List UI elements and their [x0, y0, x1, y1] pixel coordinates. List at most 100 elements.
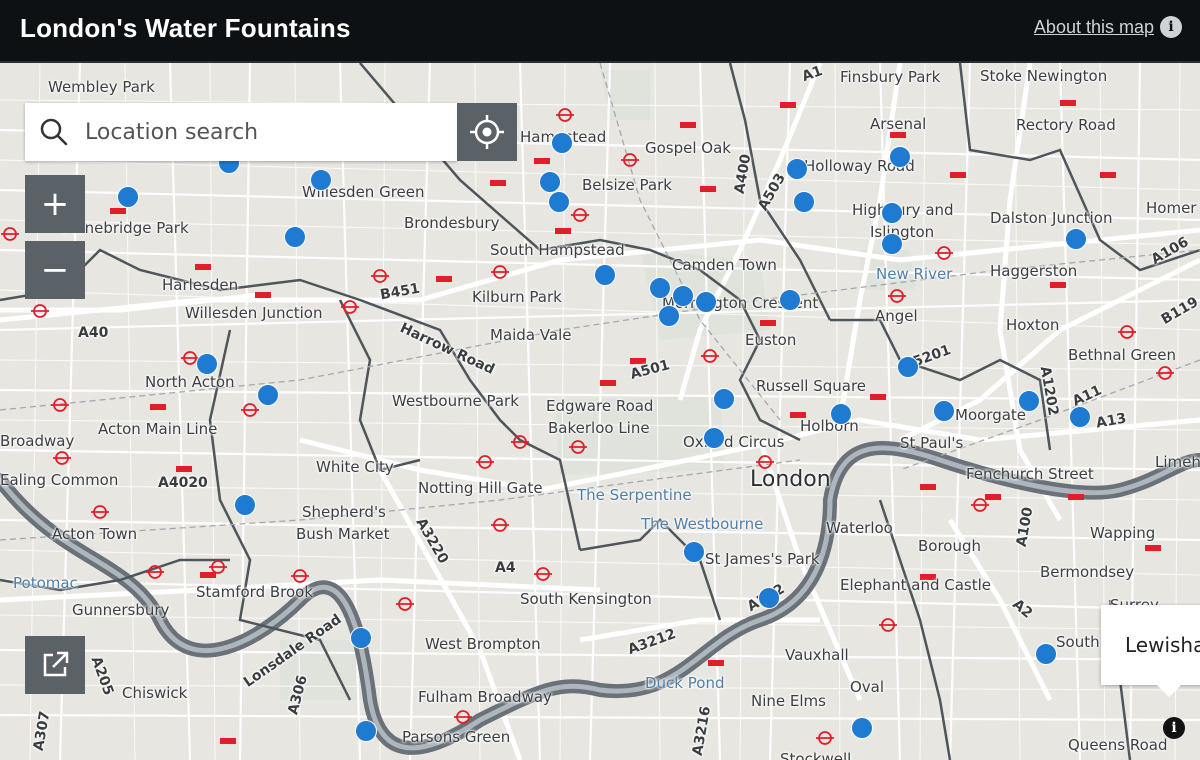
- fountain-marker[interactable]: [1017, 389, 1040, 412]
- place-label: Finsbury Park: [840, 68, 941, 86]
- place-label: Nine Elms: [751, 692, 826, 710]
- fountain-marker[interactable]: [648, 276, 671, 299]
- fountain-marker[interactable]: [593, 263, 616, 286]
- fountain-marker[interactable]: [702, 426, 725, 449]
- location-search-box: [25, 103, 457, 161]
- place-label: North Acton: [145, 373, 235, 391]
- place-label: Oxford Circus: [683, 433, 785, 451]
- place-label: Oval: [850, 678, 885, 696]
- place-label: Bethnal Green: [1068, 346, 1176, 364]
- fountain-marker[interactable]: [683, 540, 706, 563]
- zoom-out-button[interactable]: −: [25, 241, 85, 299]
- place-label: Fenchurch Street: [966, 465, 1094, 483]
- place-label: Edgware Road: [546, 397, 654, 415]
- water-label: The Westbourne: [641, 515, 764, 533]
- place-label: Waterloo: [826, 519, 893, 537]
- place-label: Willesden Junction: [185, 304, 323, 322]
- place-label: South: [1056, 633, 1100, 651]
- place-label: Kilburn Park: [472, 288, 562, 306]
- fountain-marker[interactable]: [550, 132, 573, 155]
- place-label: Acton Town: [52, 525, 138, 543]
- place-label: Euston: [745, 331, 797, 349]
- place-label: Bermondsey: [1040, 563, 1135, 581]
- place-label: Maida Vale: [490, 326, 572, 344]
- about-link[interactable]: About this map: [1034, 17, 1154, 38]
- place-label: Broadway: [0, 432, 75, 450]
- place-label: Hoxton: [1006, 316, 1060, 334]
- place-label: Fulham Broadway: [418, 688, 552, 706]
- place-label: Stamford Brook: [196, 583, 314, 601]
- place-label: Homer: [1146, 199, 1197, 217]
- fountain-marker[interactable]: [538, 171, 561, 194]
- place-label: Gunnersbury: [72, 601, 170, 619]
- road-label: A4: [495, 560, 516, 576]
- app-header: London's Water Fountains About this map …: [0, 0, 1200, 63]
- attribution-info-icon[interactable]: i: [1163, 717, 1185, 739]
- map-popup: Lewisha: [1101, 605, 1200, 697]
- place-label: Elephant and Castle: [840, 576, 991, 594]
- place-label: Wapping: [1090, 524, 1156, 542]
- popup-text: Lewisha: [1125, 633, 1200, 657]
- place-label: Borough: [918, 537, 982, 555]
- place-label: Stoke Newington: [980, 67, 1108, 85]
- open-external-button[interactable]: [25, 636, 85, 694]
- fountain-marker[interactable]: [778, 288, 801, 311]
- about-link-group[interactable]: About this map i: [1034, 16, 1182, 38]
- city-label: London: [750, 467, 831, 492]
- place-label: Dalston Junction: [990, 209, 1113, 227]
- map-canvas[interactable]: Wembley Park Finsbury Park Stoke Newingt…: [0, 63, 1200, 760]
- road-label: A40: [78, 325, 109, 341]
- location-search-input[interactable]: [83, 118, 447, 146]
- fountain-marker[interactable]: [713, 387, 736, 410]
- external-link-icon: [43, 651, 69, 677]
- place-label: Westbourne Park: [392, 392, 519, 410]
- place-label: Moorgate: [955, 406, 1027, 424]
- place-label: Islington: [870, 223, 935, 241]
- place-label: Brondesbury: [404, 214, 500, 232]
- fountain-marker[interactable]: [672, 284, 695, 307]
- place-label: Queens Road: [1068, 736, 1168, 754]
- place-label: Gospel Oak: [645, 139, 731, 157]
- page-title: London's Water Fountains: [20, 13, 351, 43]
- water-label: Duck Pond: [645, 674, 725, 692]
- zoom-in-button[interactable]: +: [25, 175, 85, 233]
- locate-button[interactable]: [457, 103, 517, 161]
- place-label: Haggerston: [990, 262, 1078, 280]
- place-label: Bakerloo Line: [548, 419, 650, 437]
- fountain-marker[interactable]: [1068, 406, 1091, 429]
- place-label: Angel: [875, 307, 918, 325]
- fountain-marker[interactable]: [694, 290, 717, 313]
- place-label: Camden Town: [672, 256, 777, 274]
- place-label: Wembley Park: [48, 78, 155, 96]
- road-label: A4020: [158, 475, 208, 491]
- place-label: Vauxhall: [785, 646, 849, 664]
- place-label: Harlesden: [162, 276, 239, 294]
- fountain-marker[interactable]: [888, 145, 911, 168]
- place-label: South Kensington: [520, 590, 652, 608]
- place-label: Shepherd's: [302, 503, 386, 521]
- fountain-marker[interactable]: [349, 627, 372, 650]
- popup-tail: [1157, 685, 1181, 697]
- fountain-marker[interactable]: [932, 399, 955, 422]
- place-label: Acton Main Line: [98, 420, 218, 438]
- place-label: Stockwell: [780, 750, 852, 760]
- fountain-marker[interactable]: [196, 352, 219, 375]
- fountain-marker[interactable]: [758, 587, 781, 609]
- place-label: Arsenal: [870, 115, 927, 133]
- fountain-marker[interactable]: [658, 305, 680, 327]
- place-label: Parsons Green: [402, 728, 511, 746]
- fountain-marker[interactable]: [850, 717, 873, 740]
- place-label: Russell Square: [756, 377, 867, 395]
- place-label: West Brompton: [425, 635, 541, 653]
- search-icon: [25, 103, 83, 161]
- water-label: New River: [876, 265, 953, 283]
- water-label: Potomac: [13, 574, 78, 592]
- fountain-marker[interactable]: [283, 226, 306, 248]
- fountain-marker[interactable]: [1034, 642, 1057, 665]
- place-label: St James's Park: [705, 550, 820, 568]
- place-label: Ealing Common: [0, 471, 119, 489]
- info-icon[interactable]: i: [1160, 16, 1182, 38]
- place-label: White City: [316, 458, 394, 476]
- place-label: Rectory Road: [1016, 116, 1116, 134]
- locate-icon: [470, 115, 504, 149]
